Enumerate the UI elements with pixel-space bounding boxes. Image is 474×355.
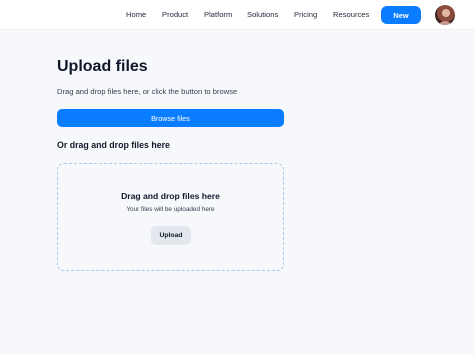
nav-item-product[interactable]: Product — [162, 10, 188, 19]
dropzone-title: Drag and drop files here — [121, 191, 220, 201]
new-button[interactable]: New — [381, 6, 421, 24]
file-dropzone[interactable]: Drag and drop files here Your files will… — [57, 163, 284, 271]
dropzone-subtitle: Your files will be uploaded here — [126, 206, 215, 213]
drag-drop-heading: Or drag and drop files here — [57, 140, 170, 150]
page-title: Upload files — [57, 58, 148, 75]
browse-files-button[interactable]: Browse files — [57, 109, 284, 127]
nav-item-platform[interactable]: Platform — [204, 10, 232, 19]
page-subtitle: Drag and drop files here, or click the b… — [57, 87, 238, 96]
nav-item-solutions[interactable]: Solutions — [247, 10, 278, 19]
user-avatar-icon[interactable] — [435, 5, 455, 25]
upload-button[interactable]: Upload — [151, 226, 191, 245]
nav-item-resources[interactable]: Resources — [333, 10, 369, 19]
nav-item-pricing[interactable]: Pricing — [294, 10, 317, 19]
nav-item-home[interactable]: Home — [126, 10, 146, 19]
top-navigation-bar: Home Product Platform Solutions Pricing … — [0, 0, 474, 30]
